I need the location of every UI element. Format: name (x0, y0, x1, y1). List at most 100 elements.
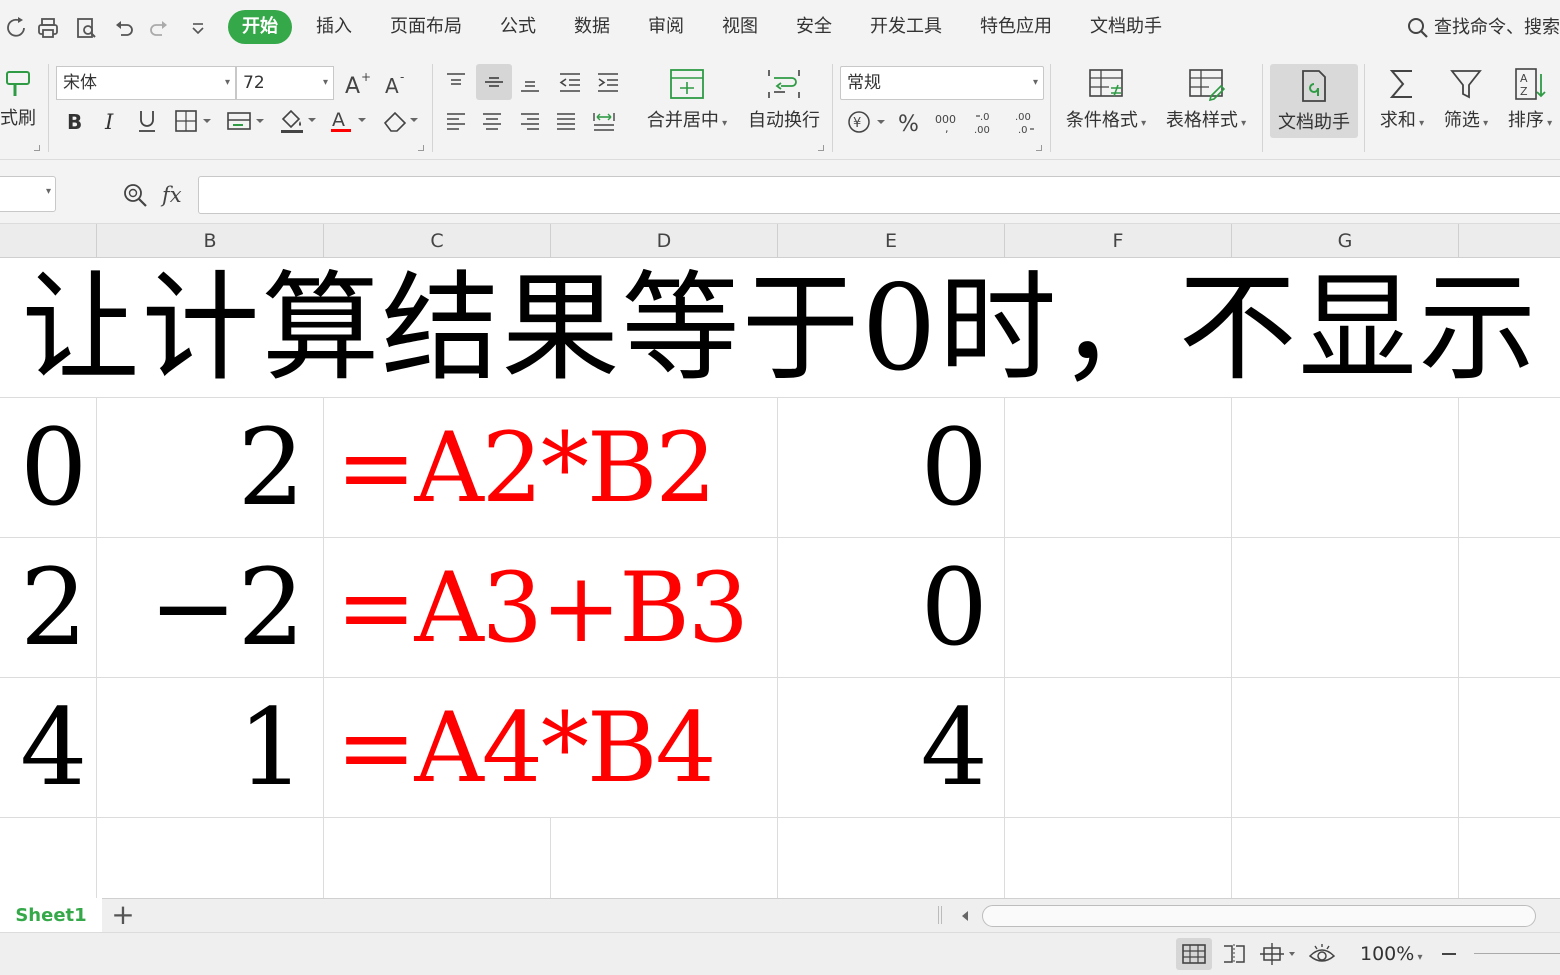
doc-assistant-button[interactable]: 文档助手 (1270, 64, 1358, 138)
zoom-slider[interactable] (1474, 953, 1560, 954)
print-icon[interactable] (32, 12, 64, 44)
currency-button[interactable]: ¥ (844, 106, 890, 138)
tab-view[interactable]: 视图 (722, 10, 758, 44)
align-right-icon (521, 113, 539, 130)
clear-button[interactable] (378, 106, 422, 136)
font-size-select[interactable]: 72 ▾ (236, 66, 334, 100)
tab-review[interactable]: 审阅 (648, 10, 684, 44)
save-icon[interactable] (0, 12, 32, 44)
underline-button[interactable] (132, 106, 162, 136)
thousands-separator-button[interactable]: 000, (932, 106, 964, 138)
cell-e4[interactable]: 4 (778, 678, 988, 818)
normal-view-button[interactable] (1176, 938, 1212, 970)
dialog-launcher-icon[interactable] (1036, 145, 1042, 151)
cell-b4[interactable]: 1 (97, 678, 305, 818)
dialog-launcher-icon[interactable] (818, 145, 824, 151)
grid-line (1231, 398, 1232, 898)
add-sheet-button[interactable]: + (108, 899, 138, 931)
tab-special-apps[interactable]: 特色应用 (980, 10, 1052, 44)
tab-insert[interactable]: 插入 (316, 10, 352, 44)
column-header-a[interactable] (0, 224, 97, 258)
page-break-view-button[interactable] (1218, 938, 1250, 970)
increase-indent-button[interactable] (592, 66, 624, 98)
column-header-d[interactable]: D (551, 224, 778, 258)
dialog-launcher-icon[interactable] (418, 145, 424, 151)
increase-decimal-button[interactable]: .0.00 (970, 106, 1002, 138)
sum-button[interactable]: 求和 ▾ (1372, 66, 1432, 132)
column-header-c[interactable]: C (324, 224, 551, 258)
merge-center-button[interactable]: 合并居中 ▾ (640, 66, 734, 132)
cell-b2[interactable]: 2 (97, 398, 305, 538)
align-top-button[interactable] (440, 66, 472, 98)
splitter-handle[interactable] (938, 906, 942, 924)
tab-start[interactable]: 开始 (228, 10, 292, 44)
column-header-f[interactable]: F (1005, 224, 1232, 258)
bold-button[interactable]: B (60, 106, 90, 136)
tab-doc-assistant[interactable]: 文档助手 (1090, 10, 1162, 44)
redo-icon[interactable] (143, 12, 175, 44)
column-header-g[interactable]: G (1232, 224, 1459, 258)
dialog-launcher-icon[interactable] (34, 145, 40, 151)
wrap-text-button[interactable]: 自动换行 (742, 66, 826, 132)
title-cell[interactable]: 让计算结果等于0时，不显示 (0, 258, 1560, 398)
svg-text:+: + (361, 70, 371, 84)
formula-input[interactable] (198, 176, 1560, 214)
cell-a4[interactable]: 4 (0, 678, 96, 818)
print-preview-icon[interactable] (70, 12, 102, 44)
customize-toolbar-icon[interactable] (182, 12, 214, 44)
percent-button[interactable]: % (894, 106, 926, 138)
search-commands[interactable]: 查找命令、搜索 (1406, 12, 1560, 44)
align-left-button[interactable] (440, 106, 472, 138)
scroll-left-button[interactable] (956, 906, 974, 926)
cell-c2-formula[interactable]: =A2*B2 (336, 398, 776, 538)
decrease-decimal-button[interactable]: .00.0 (1008, 106, 1040, 138)
column-header-e[interactable]: E (778, 224, 1005, 258)
font-name-select[interactable]: 宋体 ▾ (56, 66, 236, 100)
decrease-indent-button[interactable] (554, 66, 586, 98)
number-format-select[interactable]: 常规 ▾ (840, 66, 1044, 100)
italic-button[interactable]: I (96, 106, 126, 136)
font-color-button[interactable]: A (326, 106, 370, 136)
filter-button[interactable]: 筛选 ▾ (1436, 66, 1496, 132)
zoom-out-button[interactable] (1436, 941, 1462, 967)
cell-a3[interactable]: 2 (0, 538, 96, 678)
insert-function-button[interactable]: fx (162, 180, 192, 210)
justify-button[interactable] (550, 106, 582, 138)
tab-formulas[interactable]: 公式 (500, 10, 536, 44)
zoom-formula-button[interactable] (118, 178, 152, 212)
horizontal-scrollbar[interactable] (982, 905, 1536, 927)
cell-b3[interactable]: −2 (97, 538, 305, 678)
cell-a2[interactable]: 0 (0, 398, 96, 538)
tab-developer[interactable]: 开发工具 (870, 10, 942, 44)
format-painter-button[interactable]: 式刷 (0, 66, 42, 130)
eye-protection-button[interactable] (1306, 938, 1338, 970)
borders-button[interactable] (172, 106, 216, 136)
wrap-text-icon (768, 70, 800, 98)
cell-style-button[interactable] (224, 106, 268, 136)
column-header-b[interactable]: B (97, 224, 324, 258)
table-style-button[interactable]: 表格样式 ▾ (1160, 66, 1252, 132)
undo-icon[interactable] (108, 12, 140, 44)
tab-page-layout[interactable]: 页面布局 (390, 10, 462, 44)
distributed-align-button[interactable] (588, 106, 620, 138)
sheet-tab-sheet1[interactable]: Sheet1 (0, 898, 102, 934)
cell-c3-formula[interactable]: =A3+B3 (336, 538, 776, 678)
cell-e2[interactable]: 0 (778, 398, 988, 538)
name-box[interactable]: ▾ (0, 176, 56, 212)
cell-c4-formula[interactable]: =A4*B4 (336, 678, 776, 818)
align-middle-button[interactable] (476, 64, 512, 100)
decrease-font-button[interactable]: A- (382, 68, 412, 98)
cell-e3[interactable]: 0 (778, 538, 988, 678)
fill-color-button[interactable] (276, 106, 320, 136)
increase-font-button[interactable]: A + (342, 68, 372, 98)
sort-button[interactable]: AZ 排序 ▾ (1500, 66, 1560, 132)
reading-layout-button[interactable] (1258, 938, 1298, 970)
tab-security[interactable]: 安全 (796, 10, 832, 44)
align-right-button[interactable] (514, 106, 546, 138)
tab-data[interactable]: 数据 (574, 10, 610, 44)
align-center-button[interactable] (476, 106, 508, 138)
conditional-format-button[interactable]: 条件格式 ▾ (1060, 66, 1152, 132)
minus-icon (1442, 953, 1456, 955)
zoom-level-select[interactable]: 100% ▾ (1360, 941, 1423, 971)
align-bottom-button[interactable] (514, 66, 546, 98)
